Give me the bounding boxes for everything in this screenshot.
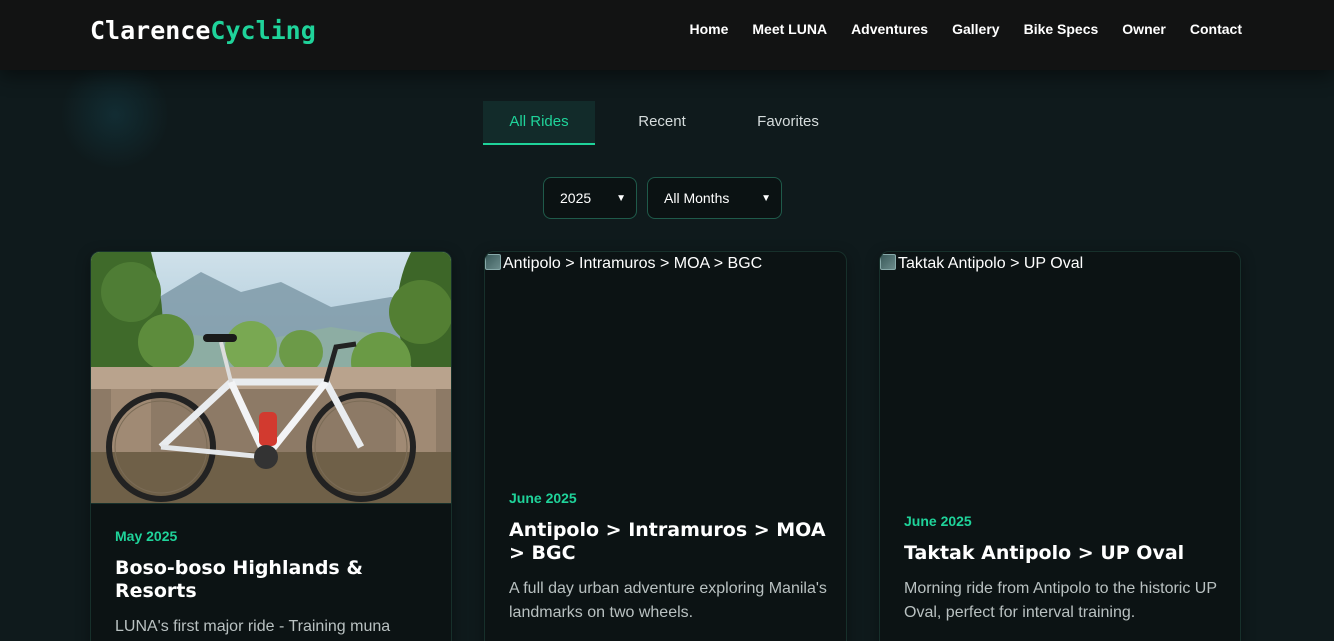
ride-image-broken: Taktak Antipolo > UP Oval: [880, 252, 1083, 273]
main-nav: Home Meet LUNA Adventures Gallery Bike S…: [689, 21, 1242, 37]
logo-text-part1: Clarence: [90, 16, 211, 45]
bike-photo-illustration: [91, 252, 451, 503]
ride-card[interactable]: Antipolo > Intramuros > MOA > BGC June 2…: [484, 251, 847, 641]
nav-link-gallery[interactable]: Gallery: [952, 21, 999, 37]
chevron-down-icon: ▼: [761, 192, 771, 204]
ride-title[interactable]: Taktak Antipolo > UP Oval: [904, 542, 1224, 565]
nav-link-bike-specs[interactable]: Bike Specs: [1024, 21, 1099, 37]
ride-filters: 2025 ▼ All Months ▼: [543, 177, 782, 219]
tab-all-rides[interactable]: All Rides: [483, 101, 595, 145]
ride-title[interactable]: Boso-boso Highlands & Resorts: [115, 557, 435, 603]
site-logo[interactable]: ClarenceCycling: [90, 16, 316, 45]
nav-link-adventures[interactable]: Adventures: [851, 21, 928, 37]
navbar: ClarenceCycling Home Meet LUNA Adventure…: [0, 0, 1334, 70]
ride-card[interactable]: Taktak Antipolo > UP Oval June 2025 Takt…: [879, 251, 1241, 641]
ride-date: May 2025: [115, 528, 178, 544]
ride-date: June 2025: [509, 490, 577, 506]
ride-card[interactable]: May 2025 Boso-boso Highlands & Resorts L…: [90, 251, 452, 641]
tab-favorites[interactable]: Favorites: [729, 101, 847, 145]
ride-image-alt-text: Taktak Antipolo > UP Oval: [898, 255, 1084, 272]
year-select[interactable]: 2025 ▼: [543, 177, 637, 219]
nav-link-owner[interactable]: Owner: [1122, 21, 1166, 37]
broken-image-icon: [880, 254, 896, 270]
ride-photo-bike: [91, 252, 451, 503]
year-select-value: 2025: [560, 190, 592, 206]
ride-description: LUNA's first major ride - Training muna: [115, 618, 391, 635]
nav-link-contact[interactable]: Contact: [1190, 21, 1242, 37]
month-select[interactable]: All Months ▼: [647, 177, 782, 219]
ride-date: June 2025: [904, 513, 972, 529]
ride-title[interactable]: Antipolo > Intramuros > MOA > BGC: [509, 519, 829, 565]
ride-image-alt-text: Antipolo > Intramuros > MOA > BGC: [503, 255, 763, 272]
ride-image-broken: Antipolo > Intramuros > MOA > BGC: [485, 252, 762, 273]
chevron-down-icon: ▼: [616, 192, 626, 204]
tab-recent[interactable]: Recent: [595, 101, 729, 145]
nav-link-home[interactable]: Home: [689, 21, 728, 37]
ride-description: Morning ride from Antipolo to the histor…: [904, 580, 1217, 621]
broken-image-icon: [485, 254, 501, 270]
card-divider: [91, 503, 451, 504]
background-glow: [60, 60, 170, 170]
logo-text-part2: Cycling: [210, 16, 316, 45]
month-select-value: All Months: [664, 190, 730, 206]
ride-description: A full day urban adventure exploring Man…: [509, 580, 827, 621]
nav-link-meet-luna[interactable]: Meet LUNA: [752, 21, 827, 37]
ride-tabs: All Rides Recent Favorites: [483, 101, 847, 145]
